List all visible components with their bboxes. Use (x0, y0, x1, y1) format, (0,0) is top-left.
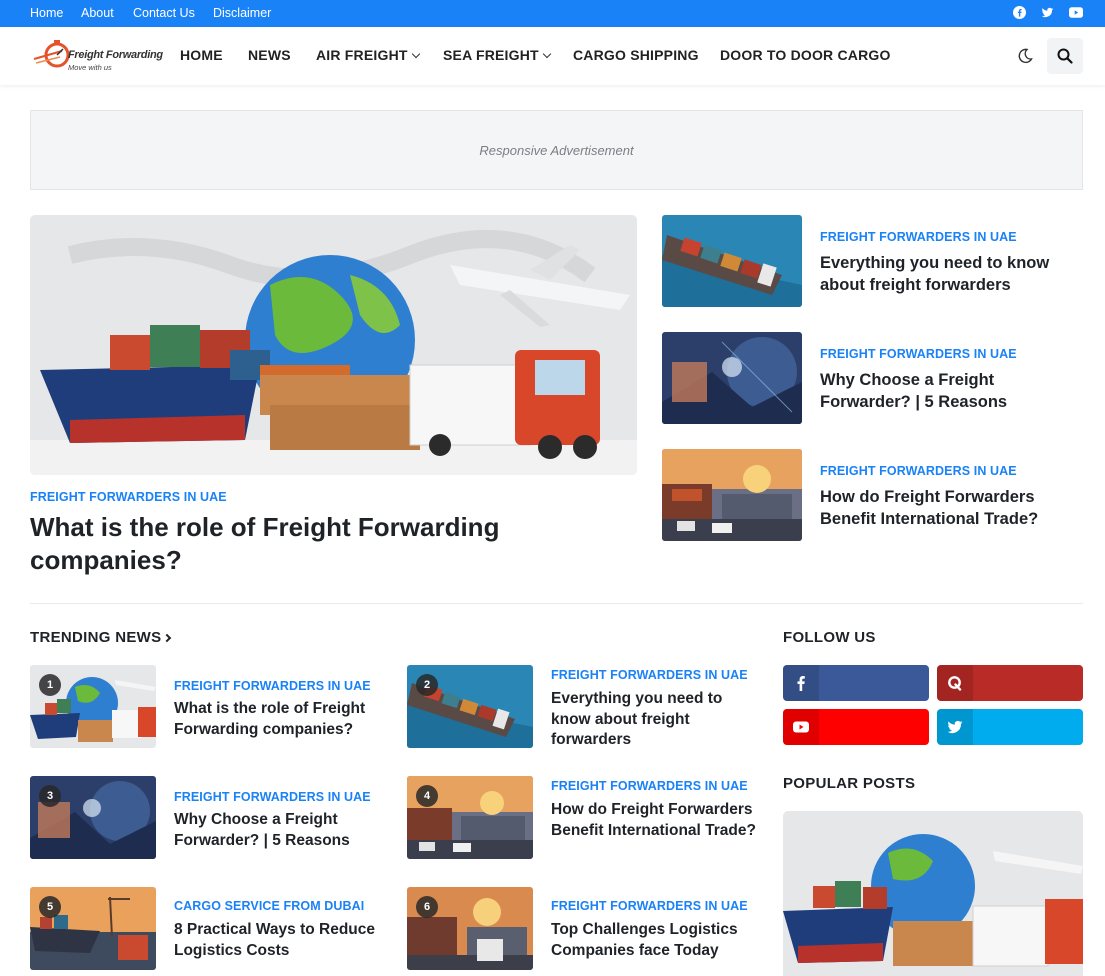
topbar-link-about[interactable]: About (81, 6, 114, 20)
logo-text: Freight Forwarding (68, 49, 163, 61)
logo-tagline: Move with us (68, 63, 112, 72)
featured-side-title-3[interactable]: How do Freight Forwarders Benefit Intern… (820, 486, 1075, 530)
trending-item-image-6[interactable]: 6 (407, 887, 533, 970)
trending-item-image-1[interactable]: 1 (30, 665, 156, 748)
trending-item-title-4[interactable]: How do Freight Forwarders Benefit Intern… (551, 800, 756, 841)
trending-item-category-6[interactable]: FREIGHT FORWARDERS IN UAE (551, 899, 748, 913)
advertisement-label: Responsive Advertisement (479, 143, 634, 158)
featured-side-category-3[interactable]: FREIGHT FORWARDERS IN UAE (820, 464, 1017, 478)
trending-item-image-5[interactable]: 5 (30, 887, 156, 970)
search-button[interactable] (1047, 38, 1083, 74)
main-header: Freight Forwarding Move with us HOME NEW… (0, 27, 1105, 85)
follow-twitter-button[interactable] (937, 709, 1083, 745)
featured-side-category-1[interactable]: FREIGHT FORWARDERS IN UAE (820, 230, 1017, 244)
featured-side-title-1[interactable]: Everything you need to know about freigh… (820, 252, 1075, 296)
trending-item-title-5[interactable]: 8 Practical Ways to Reduce Logistics Cos… (174, 920, 389, 961)
follow-facebook-button[interactable] (783, 665, 929, 701)
nav-air-freight-label: AIR FREIGHT (316, 47, 408, 63)
nav-door-to-door-cargo[interactable]: DOOR TO DOOR CARGO (720, 47, 891, 63)
follow-youtube-button[interactable] (783, 709, 929, 745)
moon-icon[interactable] (1017, 48, 1033, 64)
nav-sea-freight[interactable]: SEA FREIGHT (443, 47, 552, 63)
trending-item-image-2[interactable]: 2 (407, 665, 533, 748)
popular-posts-heading: POPULAR POSTS (783, 775, 916, 792)
rank-badge: 2 (416, 674, 438, 696)
rank-badge: 1 (39, 674, 61, 696)
topbar-link-disclaimer[interactable]: Disclaimer (213, 6, 271, 20)
trending-item-title-1[interactable]: What is the role of Freight Forwarding c… (174, 699, 389, 740)
follow-us-heading: FOLLOW US (783, 629, 876, 646)
chevron-down-icon (542, 49, 552, 59)
nav-news[interactable]: NEWS (248, 47, 291, 63)
trending-item-category-4[interactable]: FREIGHT FORWARDERS IN UAE (551, 779, 748, 793)
top-bar: Home About Contact Us Disclaimer (0, 0, 1105, 27)
nav-home[interactable]: HOME (180, 47, 223, 63)
site-logo[interactable]: Freight Forwarding Move with us (32, 37, 163, 77)
featured-side-image-2[interactable] (662, 332, 802, 424)
trending-item-image-4[interactable]: 4 (407, 776, 533, 859)
quora-icon (948, 676, 962, 691)
facebook-icon (797, 676, 805, 691)
twitter-icon (947, 720, 963, 734)
trending-item-image-3[interactable]: 3 (30, 776, 156, 859)
rank-badge: 3 (39, 785, 61, 807)
chevron-right-icon (163, 633, 172, 643)
topbar-link-contact[interactable]: Contact Us (133, 6, 195, 20)
trending-item-category-5[interactable]: CARGO SERVICE FROM DUBAI (174, 899, 364, 913)
chevron-down-icon (411, 49, 420, 59)
section-divider (30, 603, 1083, 604)
nav-air-freight[interactable]: AIR FREIGHT (316, 47, 420, 63)
facebook-icon[interactable] (1013, 6, 1026, 19)
featured-side-image-3[interactable] (662, 449, 802, 541)
nav-cargo-shipping[interactable]: CARGO SHIPPING (573, 47, 699, 63)
youtube-icon[interactable] (1069, 6, 1083, 19)
trending-item-title-6[interactable]: Top Challenges Logistics Companies face … (551, 920, 756, 961)
featured-main-title[interactable]: What is the role of Freight Forwarding c… (30, 511, 550, 577)
trending-item-category-2[interactable]: FREIGHT FORWARDERS IN UAE (551, 668, 748, 682)
twitter-icon[interactable] (1041, 6, 1054, 19)
trending-news-heading-label: TRENDING NEWS (30, 629, 162, 646)
search-icon (1057, 48, 1073, 64)
trending-news-heading[interactable]: TRENDING NEWS (30, 629, 172, 646)
featured-main-image[interactable] (30, 215, 637, 475)
topbar-link-home[interactable]: Home (30, 6, 63, 20)
featured-side-title-2[interactable]: Why Choose a Freight Forwarder? | 5 Reas… (820, 369, 1075, 413)
youtube-icon (793, 721, 809, 733)
featured-main-category[interactable]: FREIGHT FORWARDERS IN UAE (30, 490, 227, 504)
follow-quora-button[interactable] (937, 665, 1083, 701)
rank-badge: 4 (416, 785, 438, 807)
trending-item-category-3[interactable]: FREIGHT FORWARDERS IN UAE (174, 790, 371, 804)
featured-side-category-2[interactable]: FREIGHT FORWARDERS IN UAE (820, 347, 1017, 361)
nav-sea-freight-label: SEA FREIGHT (443, 47, 539, 63)
trending-item-category-1[interactable]: FREIGHT FORWARDERS IN UAE (174, 679, 371, 693)
advertisement-box[interactable]: Responsive Advertisement (30, 110, 1083, 190)
rank-badge: 6 (416, 896, 438, 918)
trending-item-title-3[interactable]: Why Choose a Freight Forwarder? | 5 Reas… (174, 810, 389, 851)
rank-badge: 5 (39, 896, 61, 918)
popular-post-image[interactable] (783, 811, 1083, 976)
trending-item-title-2[interactable]: Everything you need to know about freigh… (551, 689, 756, 751)
featured-side-image-1[interactable] (662, 215, 802, 307)
